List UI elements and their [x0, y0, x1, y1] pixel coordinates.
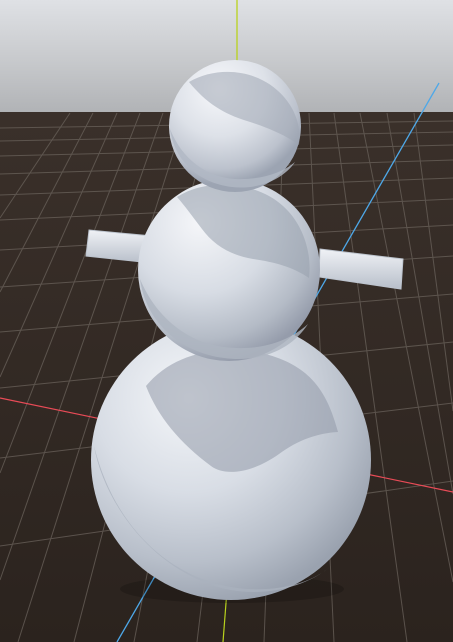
- snowman-head[interactable]: [169, 60, 301, 192]
- scene-canvas: [0, 0, 453, 642]
- snowman-base[interactable]: [91, 320, 371, 600]
- scene-viewport[interactable]: [0, 0, 453, 642]
- snowman-middle[interactable]: [138, 179, 320, 361]
